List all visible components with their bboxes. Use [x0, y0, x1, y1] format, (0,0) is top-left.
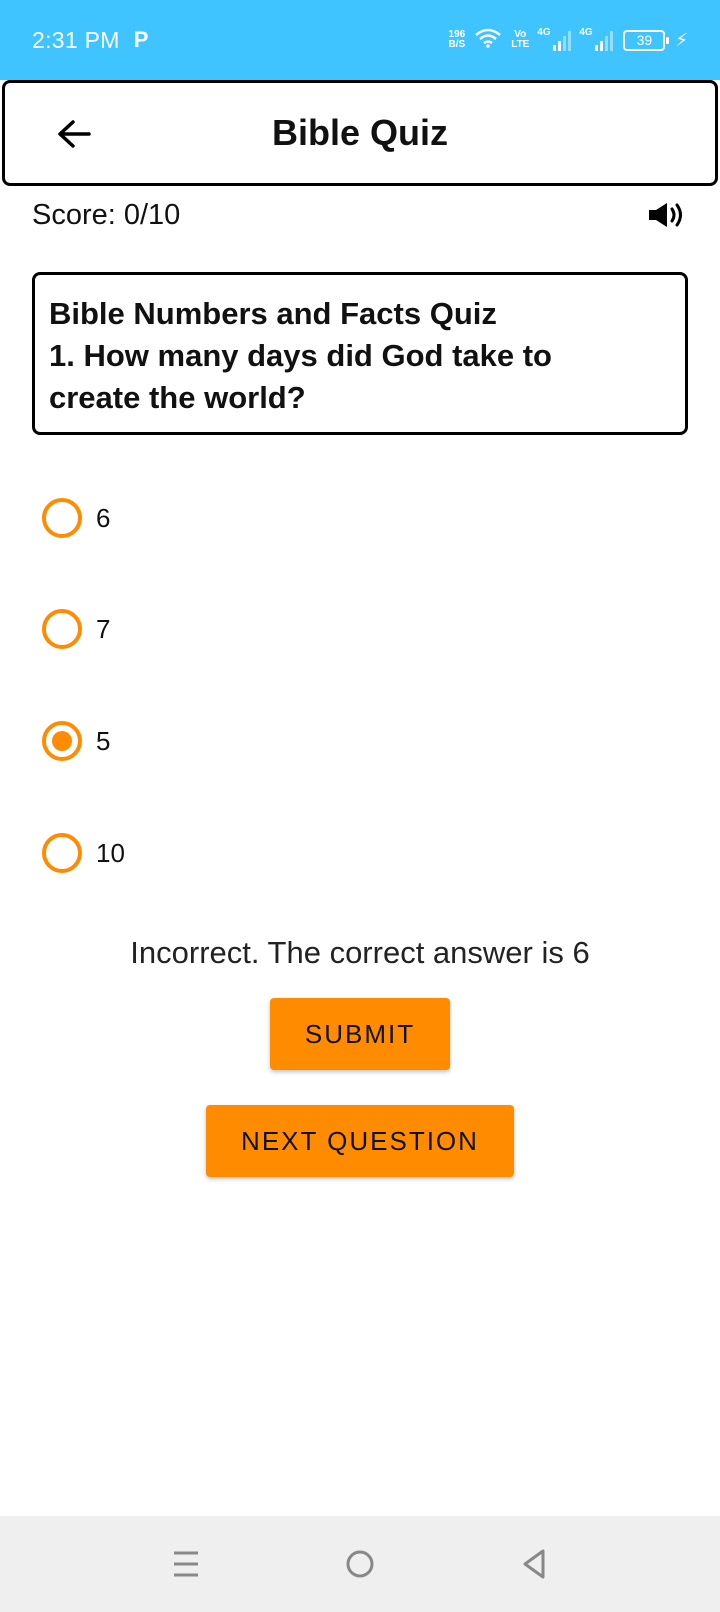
radio-button[interactable]	[42, 833, 82, 873]
option-label: 10	[96, 837, 125, 868]
status-icons: 196 B/S Vo LTE 4G 4G 39 ⚡	[449, 27, 688, 53]
system-navigation-bar	[0, 1516, 720, 1612]
network-type-2: 4G	[579, 27, 593, 38]
battery-icon: 39	[623, 29, 670, 51]
radio-button[interactable]	[42, 609, 82, 649]
signal-icon-1: 4G	[537, 27, 572, 51]
circle-icon	[346, 1550, 374, 1578]
answer-option-2[interactable]: 7	[42, 601, 682, 657]
answer-option-4[interactable]: 10	[42, 825, 682, 881]
question-card: Bible Numbers and Facts Quiz 1. How many…	[32, 272, 688, 435]
radio-button[interactable]	[42, 721, 82, 761]
wifi-icon	[475, 28, 502, 53]
parking-notification-icon: P	[133, 27, 149, 52]
status-bar: 2:31 PM P 196 B/S Vo LTE 4G 4G 39 ⚡	[0, 0, 720, 80]
score-row: Score: 0/10	[32, 195, 688, 235]
answer-feedback: Incorrect. The correct answer is 6	[130, 935, 590, 970]
answer-option-3[interactable]: 5	[42, 713, 682, 769]
quiz-title: Bible Numbers and Facts Quiz	[49, 296, 497, 331]
recent-apps-button[interactable]	[164, 1542, 208, 1586]
network-speed: 196 B/S	[449, 30, 466, 50]
radio-button[interactable]	[42, 498, 82, 538]
back-nav-button[interactable]	[512, 1542, 556, 1586]
answer-option-1[interactable]: 6	[42, 490, 682, 546]
home-button[interactable]	[338, 1542, 382, 1586]
back-button[interactable]	[51, 111, 97, 157]
menu-icon	[174, 1551, 198, 1577]
status-time: 2:31 PM	[32, 26, 120, 53]
network-type-1: 4G	[537, 27, 551, 38]
option-label: 7	[96, 613, 111, 644]
score-text: Score: 0/10	[32, 198, 181, 231]
page-title: Bible Quiz	[271, 112, 448, 153]
submit-button[interactable]: SUBMIT	[270, 998, 450, 1070]
signal-icon-2: 4G	[579, 27, 614, 51]
option-label: 5	[96, 725, 111, 756]
charging-icon: ⚡	[675, 29, 688, 50]
volte-bottom: LTE	[511, 39, 530, 50]
speaker-icon	[649, 203, 682, 227]
app-bar: Bible Quiz	[2, 80, 718, 186]
next-question-button[interactable]: NEXT QUESTION	[206, 1105, 514, 1177]
question-text-line-1: 1. How many days did God take to	[49, 338, 552, 373]
option-label: 6	[96, 502, 111, 533]
triangle-back-icon	[523, 1549, 545, 1579]
arrow-left-icon	[58, 120, 91, 148]
sound-toggle-button[interactable]	[646, 199, 688, 231]
network-speed-unit: B/S	[448, 39, 466, 50]
question-text-line-2: create the world?	[49, 380, 306, 415]
volte-indicator: Vo LTE	[511, 30, 529, 50]
